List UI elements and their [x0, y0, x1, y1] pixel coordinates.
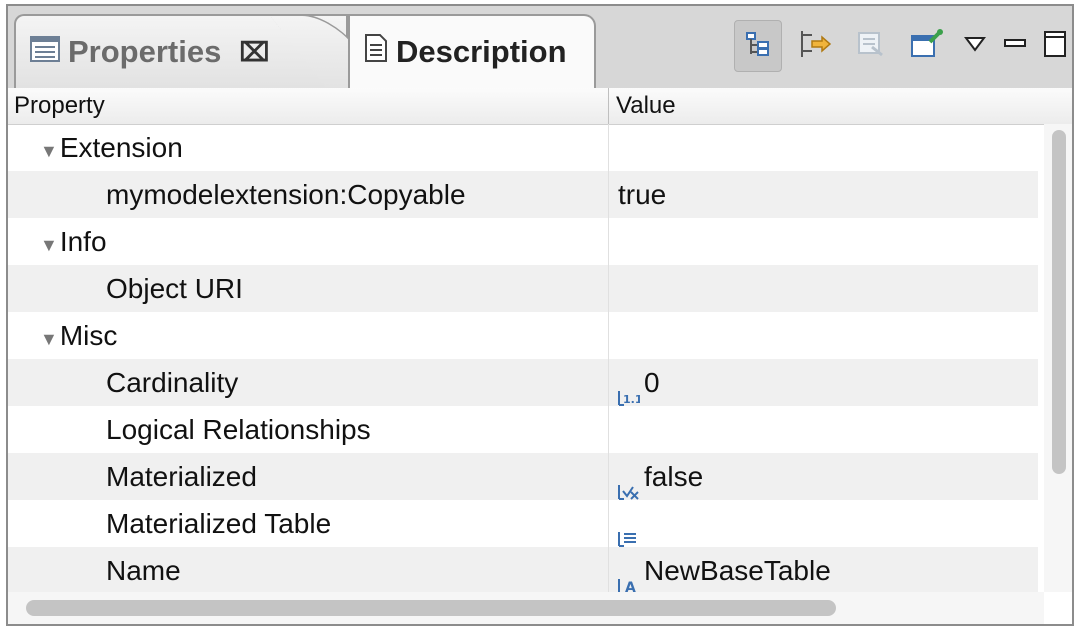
- category-label: Misc: [59, 320, 118, 351]
- category-row-misc[interactable]: ▼Misc: [8, 312, 1038, 359]
- horizontal-scrollbar[interactable]: [8, 592, 1044, 624]
- column-header-property[interactable]: Property: [14, 92, 105, 120]
- property-row-copyable[interactable]: mymodelextension:Copyable true: [8, 171, 1038, 218]
- property-tree: ▼Extension mymodelextension:Copyable tru…: [8, 124, 1038, 594]
- category-row-info[interactable]: ▼Info: [8, 218, 1038, 265]
- minimize-icon[interactable]: [1004, 37, 1026, 55]
- value-text: NewBaseTable: [644, 555, 831, 586]
- property-label: Object URI: [106, 273, 243, 304]
- pin-icon: [910, 28, 944, 65]
- property-label: Logical Relationships: [106, 414, 371, 445]
- value-cell[interactable]: A NewBaseTable: [618, 547, 831, 594]
- category-label: Extension: [59, 132, 183, 163]
- property-label: Materialized Table: [106, 508, 332, 539]
- property-row-name[interactable]: Name A NewBaseTable: [8, 547, 1038, 594]
- pin-button[interactable]: [904, 21, 950, 71]
- expand-triangle-icon[interactable]: ▼: [40, 329, 58, 349]
- categories-icon: [744, 30, 772, 63]
- property-row-logical-relationships[interactable]: Logical Relationships: [8, 406, 1038, 453]
- category-label: Info: [59, 226, 107, 257]
- property-row-cardinality[interactable]: Cardinality 1.1 0: [8, 359, 1038, 406]
- categories-button[interactable]: [734, 20, 782, 72]
- reference-icon: [618, 515, 640, 547]
- view-toolbar: [734, 18, 1066, 74]
- tab-description-label: Description: [396, 34, 567, 69]
- column-divider[interactable]: [608, 88, 609, 124]
- tab-bar: Properties ⌧ Description: [8, 6, 1072, 90]
- tab-properties-label: Properties: [68, 34, 222, 69]
- table-header: Property Value: [8, 88, 1072, 125]
- property-label: Cardinality: [106, 367, 239, 398]
- tab-properties[interactable]: Properties ⌧: [14, 14, 390, 90]
- string-icon: A: [618, 562, 640, 594]
- window-controls: [964, 30, 1066, 62]
- vertical-scroll-thumb[interactable]: [1052, 130, 1066, 474]
- column-header-value[interactable]: Value: [616, 92, 676, 120]
- property-label: Name: [106, 555, 181, 586]
- value-cell[interactable]: false: [618, 453, 703, 500]
- expand-triangle-icon[interactable]: ▼: [40, 141, 58, 161]
- property-row-object-uri[interactable]: Object URI: [8, 265, 1038, 312]
- view-menu-icon[interactable]: [964, 36, 986, 57]
- properties-view: Properties ⌧ Description Property Value …: [6, 4, 1074, 626]
- tab-description[interactable]: Description: [348, 14, 596, 88]
- maximize-icon[interactable]: [1044, 30, 1066, 62]
- value-text: false: [644, 461, 704, 492]
- horizontal-scroll-thumb[interactable]: [26, 600, 836, 616]
- property-row-materialized-table[interactable]: Materialized Table: [8, 500, 1038, 547]
- category-row-extension[interactable]: ▼Extension: [8, 124, 1038, 171]
- value-cell[interactable]: true: [618, 171, 666, 218]
- advanced-filter-button[interactable]: [792, 21, 838, 71]
- boolean-icon: [618, 468, 640, 500]
- value-text: 0: [644, 367, 660, 398]
- close-icon[interactable]: ⌧: [239, 37, 269, 68]
- restore-default-icon: [856, 29, 886, 64]
- value-cell[interactable]: [618, 500, 644, 547]
- advanced-filter-icon: [798, 27, 832, 66]
- column-divider-body: [608, 124, 609, 594]
- properties-icon: [30, 34, 60, 70]
- property-label: Materialized: [106, 461, 257, 492]
- value-cell[interactable]: 1.1 0: [618, 359, 660, 406]
- svg-text:1.1: 1.1: [623, 393, 640, 406]
- property-row-materialized[interactable]: Materialized false: [8, 453, 1038, 500]
- property-label: mymodelextension:Copyable: [106, 179, 466, 210]
- vertical-scrollbar[interactable]: [1044, 124, 1072, 592]
- document-icon: [364, 33, 388, 71]
- restore-default-button[interactable]: [848, 21, 894, 71]
- integer-icon: 1.1: [618, 374, 643, 406]
- expand-triangle-icon[interactable]: ▼: [40, 235, 58, 255]
